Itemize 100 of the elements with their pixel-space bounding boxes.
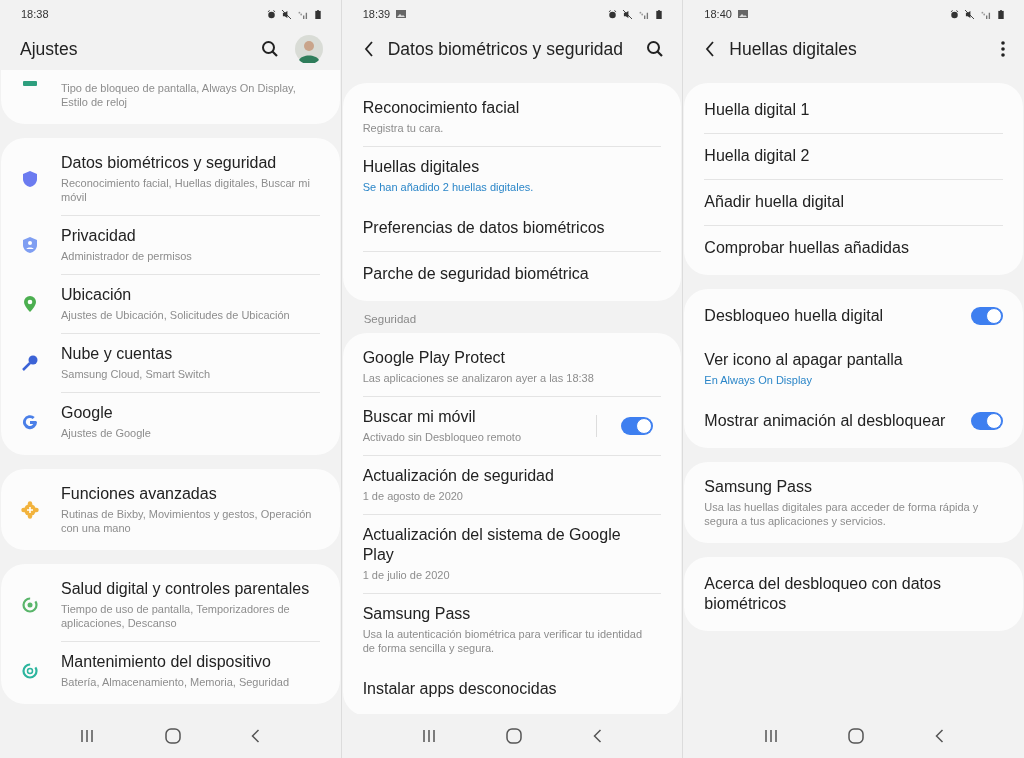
settings-item[interactable]: Acerca del desbloqueo con datos biométricos [684,561,1023,627]
mute-icon [623,9,633,19]
avatar-icon [294,35,323,63]
item-subtitle: Activado sin Desbloqueo remoto [362,430,523,444]
settings-item[interactable]: Mostrar animación al desbloquear [684,398,1023,444]
item-title: Datos biométricos y seguridad [61,153,278,173]
settings-item[interactable]: Google Play Protect Las aplicaciones se analizaron ayer a las 18:38 [342,337,682,396]
screen-title: Ajustes [20,38,79,60]
toggle-switch[interactable] [621,416,654,435]
home-icon [848,728,865,744]
settings-item[interactable]: Desbloqueo huella digital [684,293,1023,339]
wellbeing-icon [21,595,39,614]
settings-item[interactable]: Datos biométricos y seguridad Reconocimiento facial, Huellas digitales, Buscar mi móvil [1,142,340,215]
settings-item[interactable]: Privacidad Administrador de permisos [1,215,340,274]
settings-item[interactable]: Huellas digitales Se han añadido 2 huellas digitales. [342,146,682,205]
settings-item[interactable]: Ver icono al apagar pantalla En Always On Display [684,339,1023,398]
item-subtitle: Administrador de permisos [61,249,193,263]
status-time: 18:38 [21,8,49,20]
search-icon [260,40,279,58]
settings-item[interactable]: Actualización de seguridad 1 de agosto de 2020 [342,455,682,514]
item-title: Huellas digitales [362,157,481,177]
item-subtitle: Se han añadido 2 huellas digitales. [362,180,535,194]
settings-item[interactable]: Comprobar huellas añadidas [684,225,1023,271]
recent-apps-icon [421,729,436,743]
settings-item[interactable]: Reconocimiento facial Registra tu cara. [342,87,682,146]
home-button[interactable] [504,726,525,746]
google-icon [21,412,39,431]
settings-item[interactable]: Mantenimiento del dispositivo Batería, Almacenamiento, Memoria, Seguridad [1,641,340,700]
home-icon [506,728,523,744]
settings-item[interactable]: Ubicación Ajustes de Ubicación, Solicitudes de Ubicación [1,274,340,333]
key-icon [21,353,39,372]
item-subtitle: Usa la autenticación biométrica para verificar tu identidad de forma sencilla y segura. [362,627,644,655]
status-time: 18:40 [704,8,732,20]
more-options-button[interactable] [998,38,1008,60]
settings-item[interactable]: Google Ajustes de Google [1,392,340,451]
back-icon [363,41,374,57]
battery-icon [314,9,321,19]
search-icon [646,40,665,58]
item-subtitle: Tiempo de uso de pantalla, Temporizadores de aplicaciones, Descanso [61,602,291,630]
battery-icon [656,9,663,19]
settings-item[interactable]: Huella digital 2 [684,133,1023,179]
alarm-icon [608,9,618,19]
item-title: Desbloqueo huella digital [704,306,885,326]
shield-icon [21,169,39,188]
item-title: Privacidad [61,226,137,246]
item-title: Instalar apps desconocidas [362,679,558,699]
toggle-switch[interactable] [971,412,1003,430]
alarm-icon [950,9,959,19]
home-icon [164,728,181,744]
settings-item[interactable]: Funciones avanzadas Rutinas de Bixby, Movimientos y gestos, Operación con una mano [1,473,340,546]
back-icon [705,41,716,57]
settings-item[interactable]: Buscar mi móvil Activado sin Desbloqueo remoto [342,396,682,455]
alarm-icon [266,9,276,19]
location-pin-icon [21,294,39,313]
item-subtitle: Samsung Cloud, Smart Switch [61,367,212,381]
item-subtitle: En Always On Display [704,373,813,387]
settings-item[interactable]: Nube y cuentas Samsung Cloud, Smart Switch [1,333,340,392]
gear-icon [21,500,39,519]
item-subtitle: Las aplicaciones se analizaron ayer a las 18:38 [362,371,595,385]
back-icon [251,729,261,743]
more-options-icon [1000,40,1006,58]
item-title: Actualización del sistema de Google Play [362,525,622,565]
item-subtitle: Rutinas de Bixby, Movimientos y gestos, Operación con una mano [61,507,312,535]
item-subtitle: Batería, Almacenamiento, Memoria, Seguridad [61,675,291,689]
home-button[interactable] [846,726,867,746]
privacy-shield-icon [21,235,39,254]
item-title: Salud digital y controles parentales [61,579,311,599]
settings-item[interactable]: Salud digital y controles parentales Tiempo de uso de pantalla, Temporizadores de aplicaciones, Descanso [1,568,340,641]
avatar-button[interactable] [292,33,325,65]
screen-title: Huellas digitales [729,38,858,60]
item-subtitle: Ajustes de Ubicación, Solicitudes de Ubicación [61,308,291,322]
home-button[interactable] [162,726,183,746]
item-title: Mostrar animación al desbloquear [704,411,947,431]
battery-icon [998,9,1004,19]
item-title: Google Play Protect [362,348,506,368]
item-title: Preferencias de datos biométricos [362,218,606,238]
item-title: Google [61,403,114,423]
item-subtitle: 1 de agosto de 2020 [362,489,464,503]
recent-apps-icon [80,729,95,743]
settings-item[interactable]: Parche de seguridad biométrica [342,251,682,297]
settings-item[interactable]: Samsung Pass Usa la autenticación biométrica para verificar tu identidad de forma sencilla y segura. [342,593,682,666]
settings-item[interactable]: Actualización del sistema de Google Play 1 de julio de 2020 [342,514,682,593]
screen-title: Datos biométricos y seguridad [387,38,625,60]
settings-item[interactable]: Añadir huella digital [684,179,1023,225]
item-subtitle: Ajustes de Google [61,426,152,440]
item-title: Comprobar huellas añadidas [704,238,910,258]
settings-item[interactable]: Samsung Pass Usa las huellas digitales para acceder de forma rápida y segura a tus aplicaciones y servicios. [684,466,1023,539]
item-subtitle: Registra tu cara. [362,121,445,135]
settings-item[interactable]: Preferencias de datos biométricos [342,205,682,251]
item-title: Ver icono al apagar pantalla [704,350,904,370]
mute-icon [281,9,291,19]
item-title: Funciones avanzadas [61,484,218,504]
signal-icon [638,9,651,19]
item-title: Actualización de seguridad [362,466,555,486]
item-subtitle: Tipo de bloqueo de pantalla, Always On Display, Estilo de reloj [61,81,297,109]
settings-item[interactable]: Instalar apps desconocidas [342,666,682,712]
toggle-switch[interactable] [971,307,1003,325]
item-title: Samsung Pass [362,604,472,624]
settings-item[interactable]: Huella digital 1 [684,87,1023,133]
item-title: Añadir huella digital [704,192,845,212]
